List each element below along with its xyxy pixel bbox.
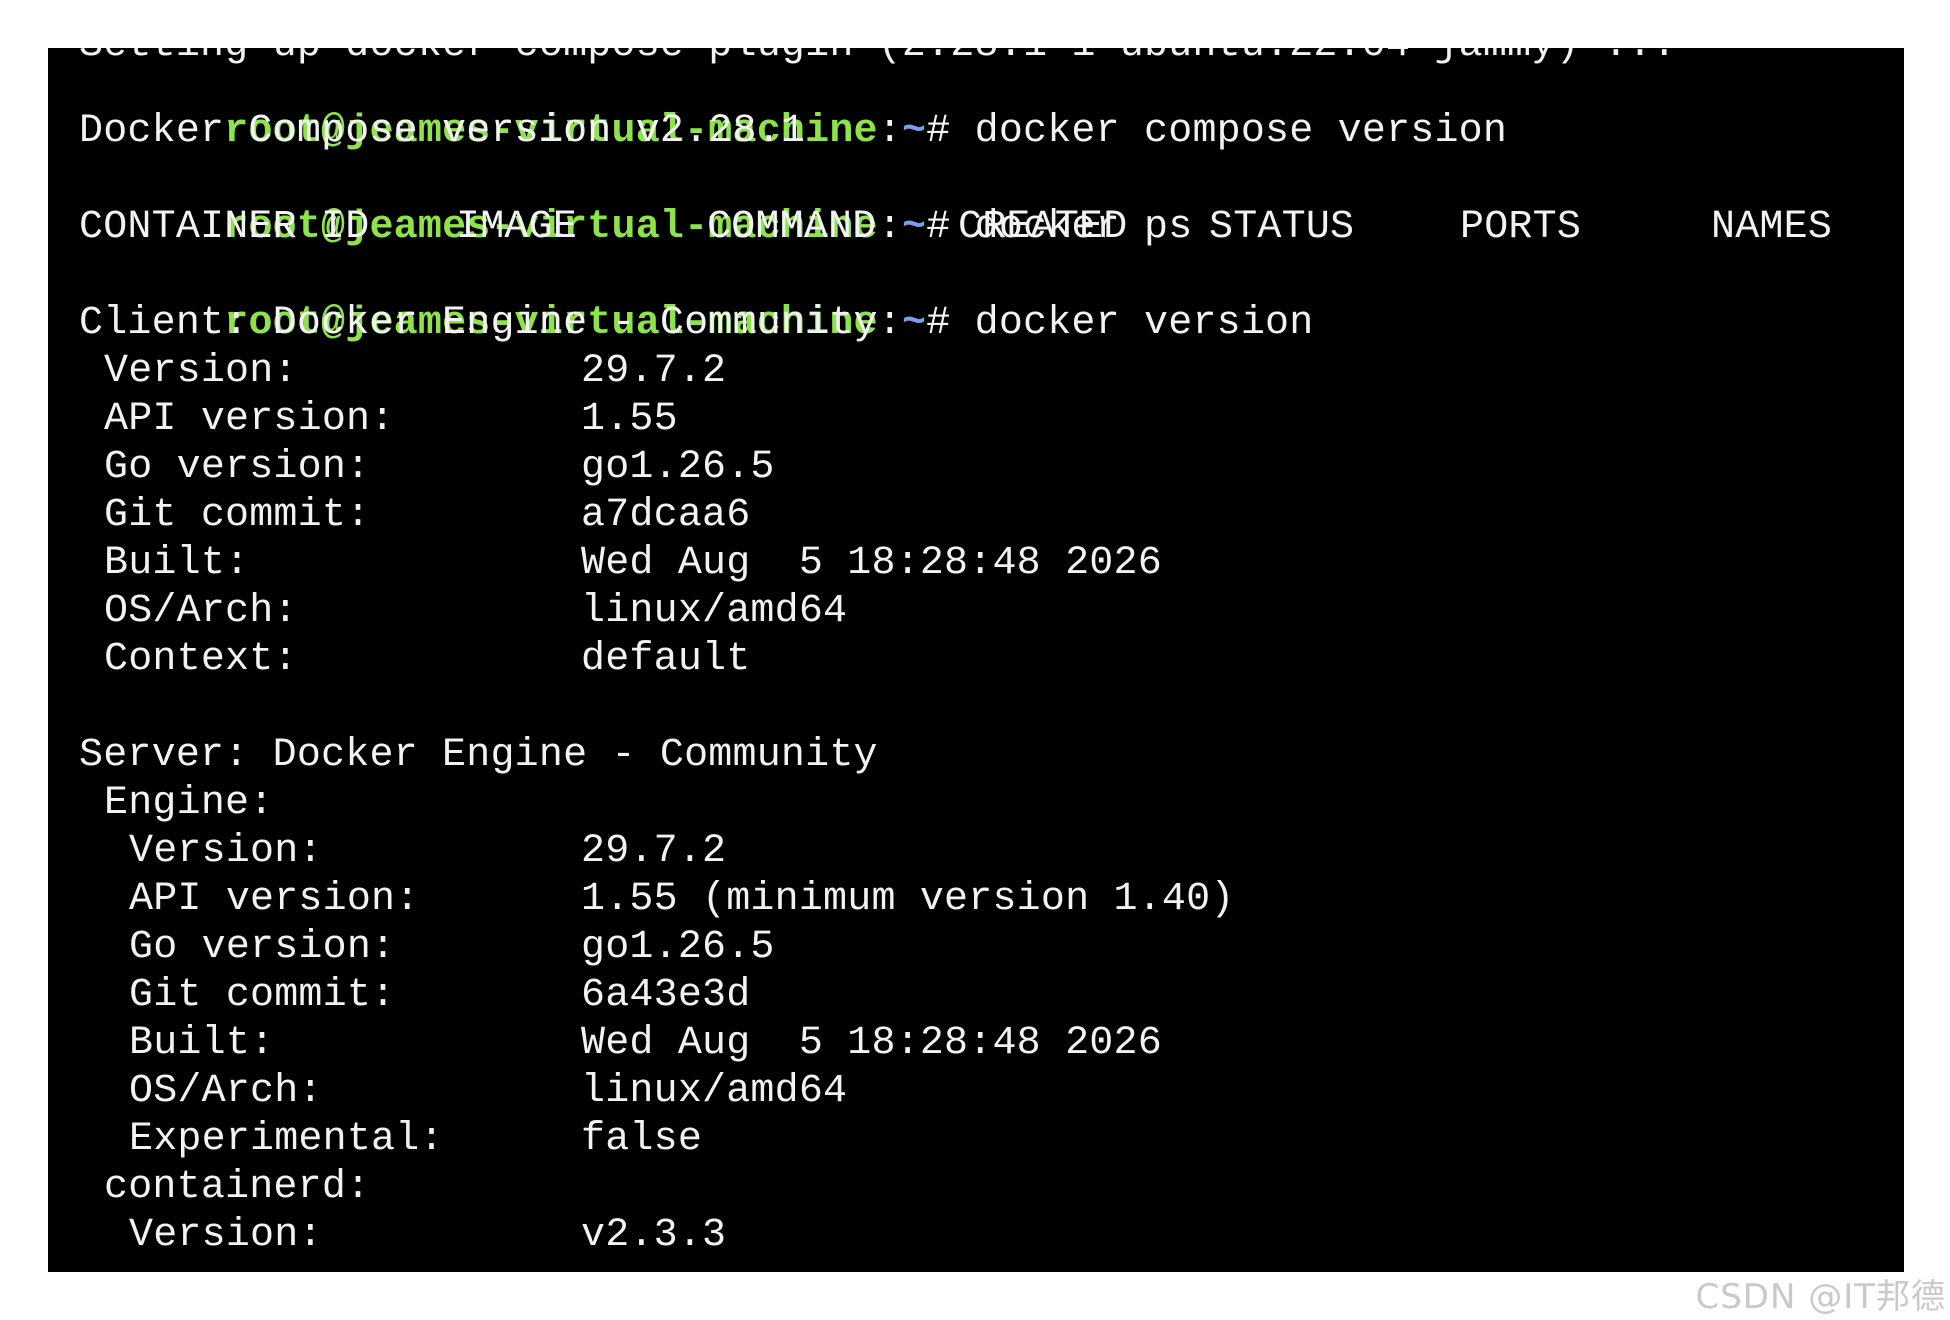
row-value: a7dcaa6 (581, 493, 751, 538)
engine-row-os-arch: OS/Arch: linux/amd64 (79, 1068, 1479, 1116)
compose-version-output: Docker Compose version v2.28.1 (79, 109, 806, 154)
prompt-line-docker-ps: root@jeames-virtual-machine:~# docker ps (79, 156, 1192, 250)
row-key: OS/Arch: (129, 1069, 323, 1114)
terminal-output: Setting up docker-compose-plugin (2.28.1… (79, 48, 1904, 1272)
command-text: docker version (974, 301, 1314, 346)
prompt-path: ~ (901, 109, 927, 154)
client-row-version: Version: 29.7.2 (79, 348, 1479, 396)
row-value: false (581, 1117, 703, 1162)
csdn-watermark: CSDN @IT邦德 (1695, 1277, 1946, 1317)
engine-row-built: Built: Wed Aug 5 18:28:48 2026 (79, 1020, 1479, 1068)
prompt-separator: : (877, 109, 902, 154)
ps-header-ports: PORTS (1460, 205, 1582, 250)
row-value: linux/amd64 (581, 1069, 848, 1114)
row-key: Built: (129, 1021, 275, 1066)
server-title: Server: Docker Engine - Community (79, 733, 878, 778)
row-value: go1.26.5 (581, 925, 775, 970)
row-value: 6a43e3d (581, 973, 751, 1018)
client-row-built: Built: Wed Aug 5 18:28:48 2026 (79, 540, 1479, 588)
ps-header-created: CREATED (958, 205, 1128, 250)
row-value: Wed Aug 5 18:28:48 2026 (581, 1021, 1162, 1066)
server-containerd-label: containerd: (104, 1165, 371, 1210)
terminal-window[interactable]: Setting up docker-compose-plugin (2.28.1… (48, 48, 1904, 1272)
command-text: docker compose version (974, 109, 1508, 154)
row-key: API version: (129, 877, 420, 922)
row-key: Built: (104, 541, 250, 586)
prompt-symbol: # (926, 109, 975, 154)
prompt-line-compose-version: root@jeames-virtual-machine:~# docker co… (79, 60, 1507, 154)
row-key: OS/Arch: (104, 589, 298, 634)
prompt-separator: : (877, 301, 902, 346)
row-value: 29.7.2 (581, 349, 727, 394)
row-key: API version: (104, 397, 395, 442)
client-row-api-version: API version: 1.55 (79, 396, 1479, 444)
row-value: linux/amd64 (581, 589, 848, 634)
ps-header-command: COMMAND (707, 205, 877, 250)
row-value: go1.26.5 (581, 445, 775, 490)
ps-header-names: NAMES (1711, 205, 1833, 250)
row-value: Wed Aug 5 18:28:48 2026 (581, 541, 1162, 586)
row-key: Go version: (129, 925, 396, 970)
ps-header-status: STATUS (1209, 205, 1355, 250)
client-title: Client: Docker Engine - Community (79, 301, 878, 346)
prompt-path: ~ (901, 301, 927, 346)
ps-header-image: IMAGE (456, 205, 578, 250)
engine-row-api-version: API version: 1.55 (minimum version 1.40) (79, 876, 1479, 924)
ps-header-container-id: CONTAINER ID (79, 205, 370, 250)
client-row-context: Context: default (79, 636, 1479, 684)
prompt-line-docker-version: root@jeames-virtual-machine:~# docker ve… (79, 252, 1313, 346)
row-key: Experimental: (129, 1117, 444, 1162)
client-row-go-version: Go version: go1.26.5 (79, 444, 1479, 492)
containerd-row-version: Version: v2.3.3 (79, 1212, 1479, 1260)
row-value: default (581, 637, 751, 682)
engine-row-experimental: Experimental: false (79, 1116, 1479, 1164)
row-key: Git commit: (129, 973, 396, 1018)
row-key: Git commit: (104, 493, 371, 538)
row-key: Go version: (104, 445, 371, 490)
row-key: Version: (129, 1213, 323, 1258)
server-engine-label: Engine: (104, 781, 274, 826)
engine-row-version: Version: 29.7.2 (79, 828, 1479, 876)
row-value: 1.55 (581, 397, 678, 442)
row-value: 29.7.2 (581, 829, 727, 874)
row-key: Version: (129, 829, 323, 874)
engine-row-git-commit: Git commit: 6a43e3d (79, 972, 1479, 1020)
row-key: Context: (104, 637, 298, 682)
row-value: v2.3.3 (581, 1213, 727, 1258)
row-value: 1.55 (minimum version 1.40) (581, 877, 1235, 922)
prompt-symbol: # (926, 301, 975, 346)
docker-ps-header-row: CONTAINER ID IMAGE COMMAND CREATED STATU… (79, 204, 1899, 252)
engine-row-go-version: Go version: go1.26.5 (79, 924, 1479, 972)
client-row-os-arch: OS/Arch: linux/amd64 (79, 588, 1479, 636)
row-key: Version: (104, 349, 298, 394)
client-row-git-commit: Git commit: a7dcaa6 (79, 492, 1479, 540)
